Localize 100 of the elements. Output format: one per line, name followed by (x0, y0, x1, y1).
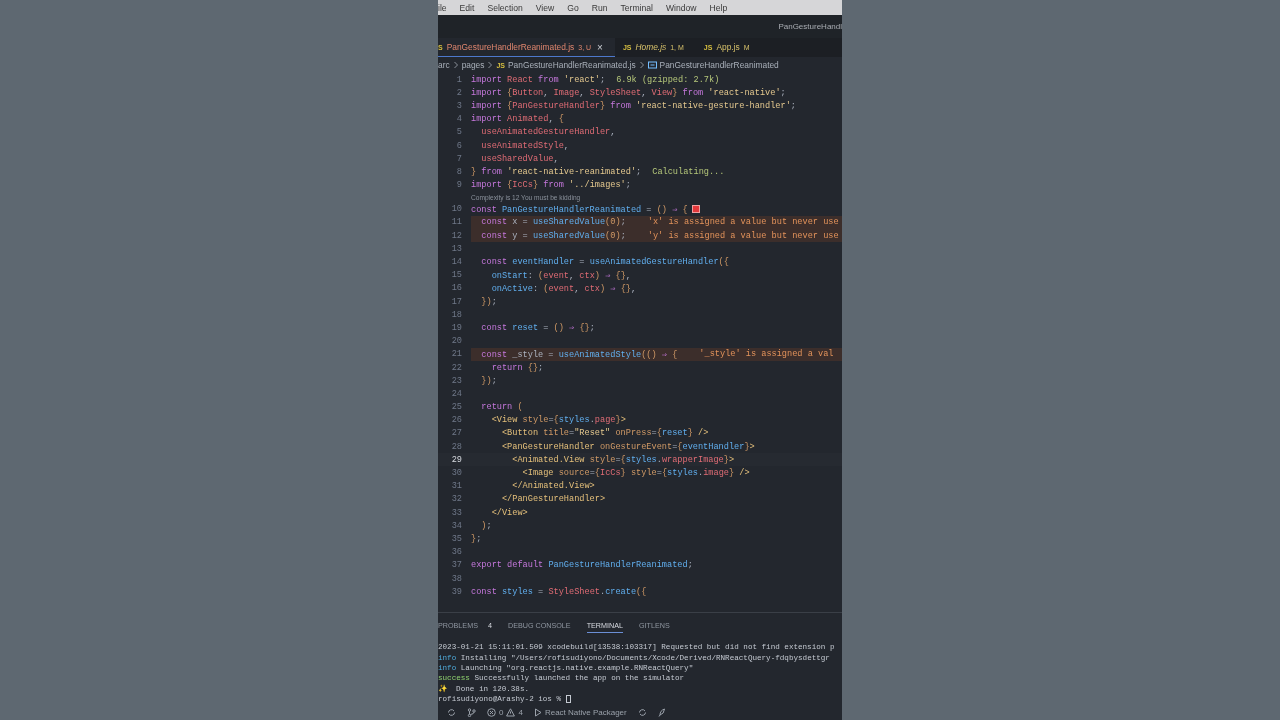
line-number: 37 (450, 559, 462, 572)
line-number: 27 (450, 427, 462, 441)
code-line: onActive: (event, ctx) ⇒ {}, (490, 282, 637, 294)
code-line: const PanGestureHandlerReanimated = () ⇒ { (471, 203, 688, 215)
code-line: <PanGestureHandler onGestureEvent={eventHandler}> (500, 441, 755, 452)
line-number: 33 (450, 506, 462, 520)
menu-item[interactable]: Help (709, 2, 728, 13)
line-number: 3 (455, 99, 462, 113)
line-number: 20 (450, 335, 462, 348)
breadcrumb-item[interactable]: pages (461, 60, 485, 70)
line-number: 17 (450, 295, 462, 309)
line-number: 19 (450, 321, 462, 335)
line-number: 13 (450, 242, 462, 256)
code-line: useAnimatedGestureHandler, (480, 127, 616, 138)
line-number: 26 (450, 414, 462, 427)
line-number: 21 (450, 348, 462, 361)
line-number: 22 (450, 361, 462, 375)
menu-item[interactable]: Go (567, 2, 579, 13)
line-number: 15 (450, 269, 462, 282)
line-number: 14 (450, 256, 462, 269)
menu-item[interactable]: Edit (459, 2, 475, 13)
code-line: const eventHandler = useAnimatedGestureHandler({ (480, 257, 729, 268)
inline-hint: Calculating... (652, 166, 725, 177)
line-number: 4 (455, 113, 462, 126)
code-line: </View> (490, 507, 528, 518)
line-number: 23 (450, 374, 462, 388)
line-number: 29 (450, 453, 462, 467)
line-number: 1 (455, 73, 462, 87)
code-line: const reset = () ⇒ {}; (480, 322, 595, 334)
chevron-right-icon (638, 61, 645, 69)
menu-item[interactable]: Run (591, 2, 608, 13)
close-icon[interactable]: × (597, 41, 603, 53)
code-line: return {}; (490, 362, 544, 373)
line-number: 18 (450, 308, 462, 322)
line-number: 24 (450, 387, 462, 401)
error-message: 'y' is assigned a value but never use (647, 230, 839, 241)
code-line: useAnimatedStyle, (480, 140, 569, 151)
sync-icon (637, 707, 647, 717)
warning-count: 4 (518, 707, 523, 717)
line-number: 16 (450, 282, 462, 295)
code-line: <Animated.View style={styles.wrapperImage}> (511, 454, 735, 465)
line-number: 25 (450, 401, 462, 414)
line-number: 10 (450, 203, 462, 216)
line-number: 35 (450, 532, 462, 546)
code-line: } from 'react-native-reanimated'; (471, 166, 642, 177)
code-line: import {Button, Image, StyleSheet, View} from 'react-native'; (471, 87, 786, 98)
window-title: PanGestureHandl (778, 22, 842, 31)
cursor-icon (566, 695, 572, 704)
line-number: 38 (450, 572, 462, 586)
menu-item[interactable]: Terminal (620, 2, 653, 13)
error-icon (487, 707, 496, 717)
code-line: import {IcCs} from '../images'; (471, 180, 631, 191)
inline-hint: 6.9k (gzipped: 2.7k) (616, 74, 720, 85)
line-number: 6 (455, 139, 462, 153)
line-number: 30 (450, 467, 462, 480)
breadcrumb-item[interactable]: PanGestureHandlerReanimated.js (508, 60, 636, 70)
line-number: 39 (450, 585, 462, 599)
menu-item[interactable]: View (535, 2, 555, 13)
code-line: import Animated, { (471, 114, 564, 125)
breadcrumb-item[interactable]: arc (438, 60, 450, 70)
warning-icon (506, 707, 516, 717)
code-line: export default PanGestureHandlerReanimated; (471, 560, 693, 571)
code-line: }; (471, 533, 482, 544)
code-line: const y = useSharedValue(0); (480, 230, 626, 241)
feather-icon (657, 707, 666, 717)
chevron-right-icon (487, 61, 494, 69)
symbol-icon (647, 61, 657, 69)
error-count: 0 (499, 707, 504, 717)
code-line: const styles = StyleSheet.create({ (471, 586, 647, 597)
line-number: 28 (450, 440, 462, 454)
code-line: useSharedValue, (480, 153, 559, 164)
tab-label: PanGestureHandlerReanimated.js (446, 42, 575, 52)
line-number: 8 (455, 165, 462, 179)
line-number: 7 (455, 152, 462, 166)
code-line: </PanGestureHandler> (500, 494, 606, 505)
code-line: const _style = useAnimatedStyle(() ⇒ { (480, 348, 678, 360)
code-line: <View style={styles.page}> (490, 415, 626, 426)
code-line: onStart: (event, ctx) ⇒ {}, (490, 269, 631, 281)
problems-status[interactable]: 0 4 (487, 707, 523, 717)
code-line: <Image source={IcCs} style={styles.image} /> (521, 468, 750, 479)
code-line: </Animated.View> (511, 481, 595, 492)
menu-item[interactable]: ile (438, 2, 447, 13)
breadcrumb-item[interactable]: PanGestureHandlerReanimated (659, 60, 779, 70)
menu-item[interactable]: Window (666, 2, 697, 13)
sync-icon (447, 707, 456, 717)
line-number: 36 (450, 546, 462, 559)
line-number: 34 (450, 519, 462, 533)
tab-label: App.js (716, 42, 740, 52)
chevron-right-icon (452, 61, 459, 69)
line-number: 5 (455, 126, 462, 139)
line-number: 9 (455, 179, 462, 192)
code-line: ); (480, 520, 492, 531)
menu-item[interactable]: Selection (487, 2, 523, 13)
code-line: import {PanGestureHandler} from 'react-native-gesture-handler'; (471, 100, 796, 111)
line-number: 11 (450, 216, 462, 230)
error-message: '_style' is assigned a val (699, 349, 834, 360)
code-line: <Button title="Reset" onPress={reset} /> (500, 428, 709, 439)
play-icon (533, 707, 542, 717)
line-number: 32 (450, 493, 462, 506)
code-line: return ( (480, 402, 523, 413)
